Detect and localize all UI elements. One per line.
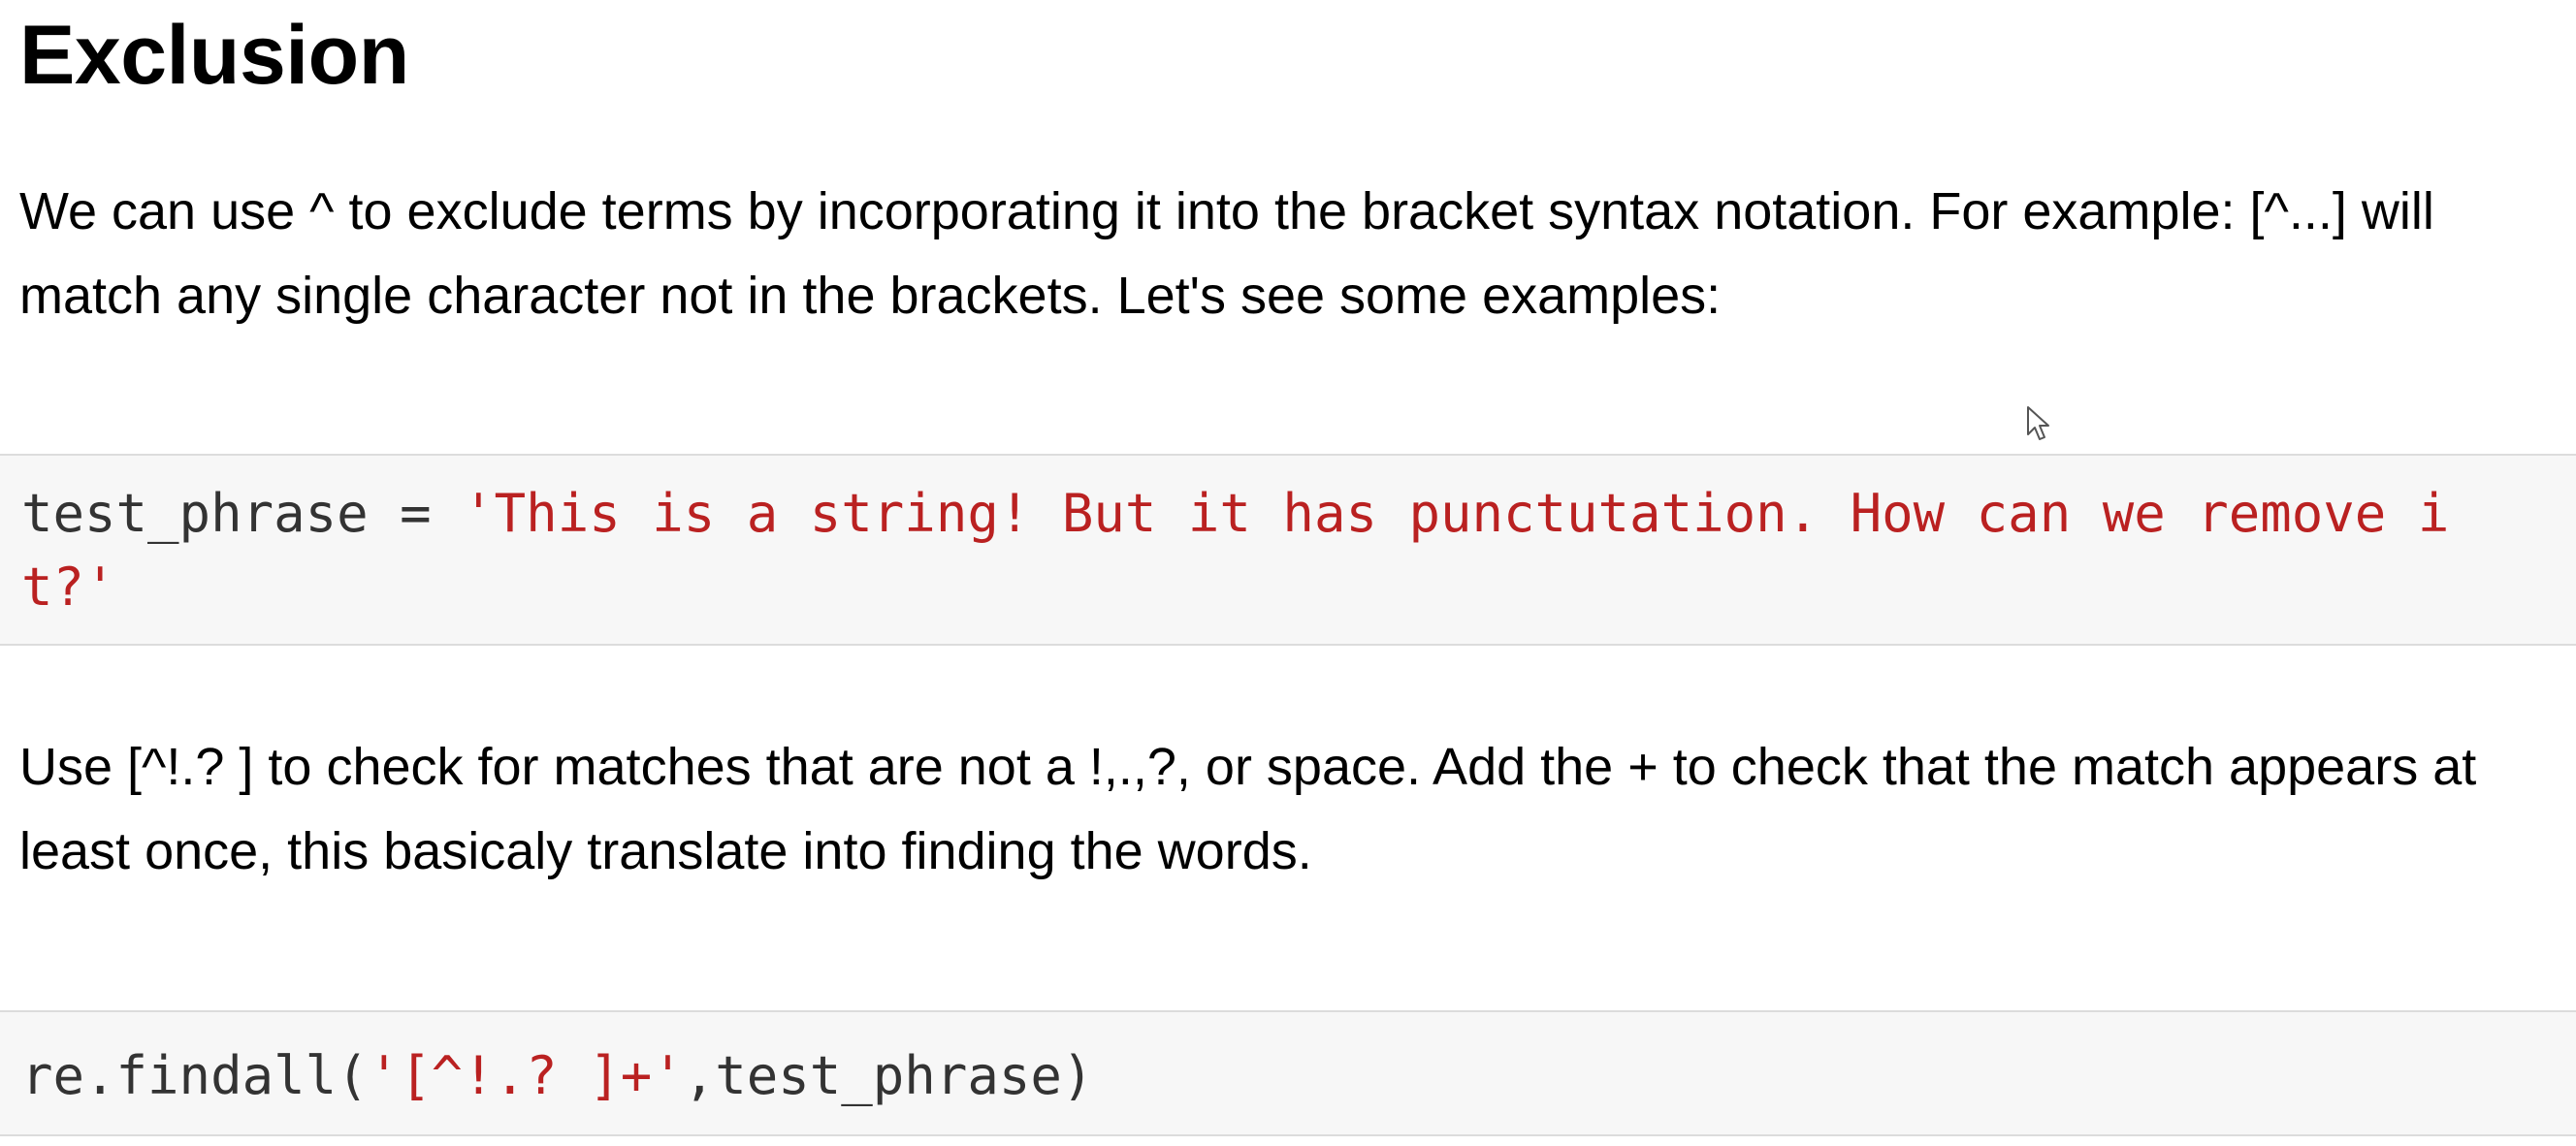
section-heading: Exclusion <box>19 9 409 102</box>
code-function-call: re.findall( <box>21 1045 369 1106</box>
code-cell-findall[interactable]: re.findall('[^!.? ]+',test_phrase) <box>0 1010 2576 1136</box>
code-cell-test-phrase[interactable]: test_phrase = 'This is a string! But it … <box>0 454 2576 646</box>
intro-paragraph: We can use ^ to exclude terms by incorpo… <box>19 182 2434 325</box>
code-regex-literal: '[^!.? ]+' <box>368 1045 684 1106</box>
code-input[interactable]: re.findall('[^!.? ]+',test_phrase) <box>21 1039 2543 1113</box>
code-argument: ,test_phrase) <box>683 1045 1094 1106</box>
code-input[interactable]: test_phrase = 'This is a string! But it … <box>21 477 2543 624</box>
explanation-paragraph: Use [^!.? ] to check for matches that ar… <box>19 738 2477 880</box>
code-variable-assignment: test_phrase = <box>21 483 464 544</box>
mouse-pointer-icon <box>2027 406 2049 440</box>
